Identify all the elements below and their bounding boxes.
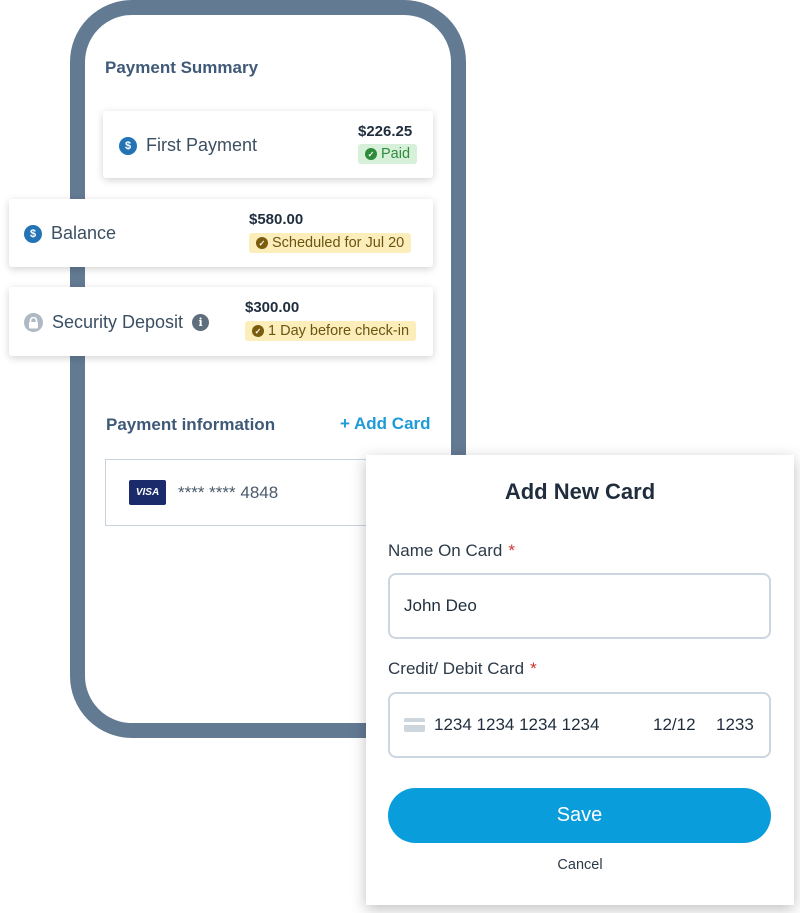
payment-item-amount: $580.00 bbox=[249, 211, 304, 228]
name-on-card-label: Name On Card * bbox=[388, 541, 515, 560]
info-icon[interactable]: i bbox=[192, 314, 210, 331]
payment-item-label: Security Deposit bbox=[52, 312, 184, 332]
card-number-label: Credit/ Debit Card * bbox=[388, 659, 537, 678]
check-circle-icon: ✓ bbox=[252, 325, 264, 337]
card-expiry-input[interactable]: 12/12 bbox=[653, 715, 696, 735]
status-badge-paid: ✓ Paid bbox=[358, 144, 418, 164]
masked-card-number: **** **** 4848 bbox=[178, 482, 279, 502]
name-on-card-field[interactable] bbox=[388, 573, 771, 639]
check-circle-icon: ✓ bbox=[256, 237, 268, 249]
save-button[interactable]: Save bbox=[388, 788, 771, 843]
card-details-field[interactable]: 1234 1234 1234 1234 12/12 1233 bbox=[388, 692, 771, 758]
payment-item-first-payment: $ First Payment $226.25 ✓ Paid bbox=[103, 111, 433, 178]
add-card-modal: Add New Card Name On Card* Credit/ Debit… bbox=[366, 455, 794, 905]
payment-item-balance: $ Balance $580.00 ✓ Scheduled for Jul 20 bbox=[9, 199, 433, 267]
card-cvc-input[interactable]: 1233 bbox=[716, 715, 754, 735]
payment-item-amount: $226.25 bbox=[358, 123, 413, 140]
status-badge-scheduled: ✓ 1 Day before check-in bbox=[245, 321, 417, 341]
dollar-icon: $ bbox=[24, 224, 42, 243]
modal-title: Add New Card bbox=[504, 479, 656, 504]
payment-item-security-deposit: Security Deposit i $300.00 ✓ 1 Day befor… bbox=[9, 287, 433, 356]
payment-item-amount: $300.00 bbox=[245, 299, 300, 316]
status-badge-text: Paid bbox=[381, 146, 411, 162]
required-asterisk: * bbox=[508, 541, 515, 560]
cancel-button[interactable]: Cancel bbox=[366, 857, 794, 873]
required-asterisk: * bbox=[530, 659, 537, 678]
visa-icon: VISA bbox=[129, 480, 166, 505]
check-circle-icon: ✓ bbox=[365, 148, 377, 160]
lock-icon bbox=[24, 313, 43, 332]
add-card-link[interactable]: + Add Card bbox=[340, 414, 431, 434]
status-badge-text: 1 Day before check-in bbox=[268, 323, 410, 339]
status-badge-scheduled: ✓ Scheduled for Jul 20 bbox=[249, 233, 412, 253]
payment-item-label: Balance bbox=[51, 223, 117, 243]
status-badge-text: Scheduled for Jul 20 bbox=[272, 235, 405, 251]
credit-card-icon bbox=[404, 718, 425, 732]
payment-summary-title: Payment Summary bbox=[105, 58, 259, 77]
payment-item-label: First Payment bbox=[146, 135, 258, 155]
saved-card[interactable]: VISA **** **** 4848 bbox=[105, 459, 395, 526]
payment-information-title: Payment information bbox=[106, 415, 276, 434]
card-number-input[interactable]: 1234 1234 1234 1234 bbox=[434, 715, 599, 735]
name-on-card-input[interactable] bbox=[404, 596, 744, 616]
dollar-icon: $ bbox=[119, 136, 137, 155]
